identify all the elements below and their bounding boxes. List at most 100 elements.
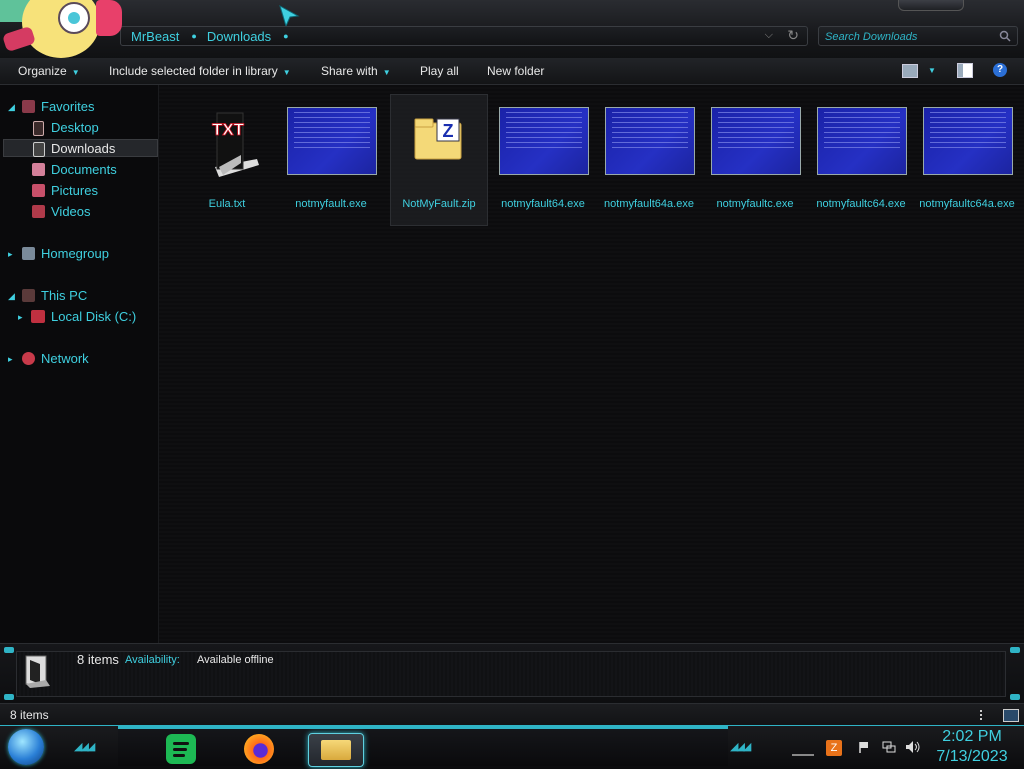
bsod-thumbnail-icon: [923, 107, 1013, 175]
file-item[interactable]: notmyfaultc64a.exe: [919, 95, 1015, 225]
collapsed-chevron-icon[interactable]: ▸: [8, 350, 13, 368]
chevron-decoration-icon: ◢◢◢: [730, 741, 751, 753]
status-bar: 8 items: [0, 703, 1024, 726]
details-view-icon[interactable]: [980, 710, 986, 720]
preview-pane-icon[interactable]: [957, 63, 973, 78]
file-item[interactable]: notmyfault64a.exe: [601, 95, 697, 225]
navigation-pane: ◢ Favorites Desktop Downloads Documents …: [0, 85, 159, 643]
file-explorer-icon[interactable]: [308, 733, 364, 767]
search-box[interactable]: [818, 26, 1018, 46]
nav-this-pc-label: This PC: [41, 288, 88, 303]
share-with-button[interactable]: Share with ▼: [321, 64, 391, 78]
status-item-count: 8 items: [10, 708, 49, 722]
play-all-button[interactable]: Play all: [420, 64, 459, 78]
change-view-icon[interactable]: [902, 64, 918, 78]
file-name: notmyfaultc64.exe: [816, 198, 906, 210]
bsod-thumbnail-icon: [287, 107, 377, 175]
bsod-thumbnail-icon: [605, 107, 695, 175]
window-controls[interactable]: [898, 0, 964, 11]
show-hidden-icons-icon[interactable]: [792, 742, 814, 756]
user-avatar-image: [0, 0, 125, 62]
file-item[interactable]: TXT Eula.txt: [179, 95, 275, 225]
file-item[interactable]: notmyfaultc64.exe: [813, 95, 909, 225]
file-name: notmyfault64.exe: [501, 198, 585, 210]
text-file-icon: TXT: [212, 112, 259, 177]
file-item[interactable]: notmyfault64.exe: [495, 95, 591, 225]
file-item[interactable]: Z NotMyFault.zip: [390, 94, 488, 226]
chevron-decoration-icon: ◢◢◢: [74, 741, 95, 753]
file-name: NotMyFault.zip: [402, 198, 476, 210]
availability-label: Availability:: [125, 654, 180, 666]
bsod-thumbnail-icon: [817, 107, 907, 175]
dropdown-arrow-icon: ▼: [382, 68, 391, 77]
breadcrumb-separator-icon[interactable]: ●: [283, 31, 288, 41]
address-bar[interactable]: MrBeast ● Downloads ● ⌵ ↻: [120, 26, 808, 46]
local-disk-icon: [31, 310, 45, 323]
breadcrumb-downloads[interactable]: Downloads: [197, 29, 271, 44]
new-folder-button[interactable]: New folder: [487, 64, 544, 78]
file-name: notmyfault.exe: [295, 198, 367, 210]
large-icons-view-icon[interactable]: [1003, 709, 1019, 722]
nav-downloads-label: Downloads: [51, 141, 116, 156]
videos-icon: [32, 205, 45, 218]
file-list-view[interactable]: TXT Eula.txt notmyfault.exe Z NotMyFault…: [159, 85, 1024, 643]
clock-time[interactable]: 2:02 PM: [940, 728, 1004, 746]
desktop-icon: [33, 121, 44, 136]
availability-value: Available offline: [197, 654, 274, 666]
refresh-icon[interactable]: ↻: [787, 27, 799, 44]
this-pc-icon: [22, 289, 35, 302]
zip-folder-icon: Z: [414, 118, 462, 160]
organize-button[interactable]: Organize ▼: [18, 64, 80, 78]
organize-label: Organize: [18, 64, 67, 78]
nav-local-disk-label: Local Disk (C:): [51, 309, 137, 324]
help-icon[interactable]: ?: [993, 63, 1007, 77]
firefox-icon[interactable]: [242, 734, 276, 764]
title-bar: MrBeast ● Downloads ● ⌵ ↻: [0, 0, 1024, 59]
share-with-label: Share with: [321, 64, 378, 78]
collapsed-chevron-icon[interactable]: ▸: [18, 308, 23, 326]
file-item[interactable]: notmyfaultc.exe: [707, 95, 803, 225]
corner-decoration: [4, 694, 14, 700]
bsod-thumbnail-icon: [711, 107, 801, 175]
command-toolbar: Organize ▼ Include selected folder in lib…: [0, 58, 1024, 85]
file-item[interactable]: notmyfault.exe: [283, 95, 379, 225]
spotify-icon[interactable]: [164, 734, 198, 764]
network-status-icon[interactable]: [882, 741, 896, 753]
clock-date[interactable]: 7/13/2023: [934, 748, 1010, 766]
nav-homegroup-label: Homegroup: [41, 246, 109, 261]
favorites-star-icon: [22, 100, 35, 113]
nav-downloads[interactable]: Downloads: [3, 139, 158, 157]
volume-icon[interactable]: [905, 740, 921, 754]
address-history-dropdown-icon[interactable]: ⌵: [765, 29, 773, 42]
dropdown-arrow-icon: ▼: [71, 68, 80, 77]
file-name: notmyfaultc.exe: [716, 198, 794, 210]
corner-decoration: [1010, 647, 1020, 653]
include-library-label: Include selected folder in library: [109, 64, 278, 78]
dropdown-arrow-icon: ▼: [282, 68, 291, 77]
collapsed-chevron-icon[interactable]: ▸: [8, 245, 13, 263]
view-dropdown-icon[interactable]: ▼: [928, 66, 936, 75]
nav-favorites-label: Favorites: [41, 99, 95, 114]
documents-icon: [32, 163, 45, 176]
tray-app-icon[interactable]: Z: [826, 740, 842, 756]
txt-icon-text: TXT: [212, 120, 245, 139]
homegroup-icon: [22, 247, 35, 260]
expanded-chevron-icon[interactable]: ◢: [8, 98, 15, 116]
include-in-library-button[interactable]: Include selected folder in library ▼: [109, 64, 291, 78]
file-name: notmyfaultc64a.exe: [919, 198, 1015, 210]
nav-desktop-label: Desktop: [51, 120, 99, 135]
taskbar: ◢◢◢ ◢◢◢ Z 2:02 PM 7/13/2023: [0, 725, 1024, 769]
nav-pictures-label: Pictures: [51, 183, 98, 198]
zip-icon-text: Z: [443, 121, 454, 141]
corner-decoration: [1010, 694, 1020, 700]
start-button[interactable]: [8, 729, 44, 765]
action-center-flag-icon[interactable]: [858, 741, 870, 753]
details-item-count: 8 items: [77, 652, 119, 667]
breadcrumb-mrbeast[interactable]: MrBeast: [121, 29, 179, 44]
expanded-chevron-icon[interactable]: ◢: [8, 287, 15, 305]
search-input[interactable]: [823, 28, 997, 46]
file-name: Eula.txt: [208, 198, 246, 210]
search-icon[interactable]: [999, 30, 1011, 42]
pictures-icon: [32, 184, 45, 197]
network-icon: [22, 352, 35, 365]
